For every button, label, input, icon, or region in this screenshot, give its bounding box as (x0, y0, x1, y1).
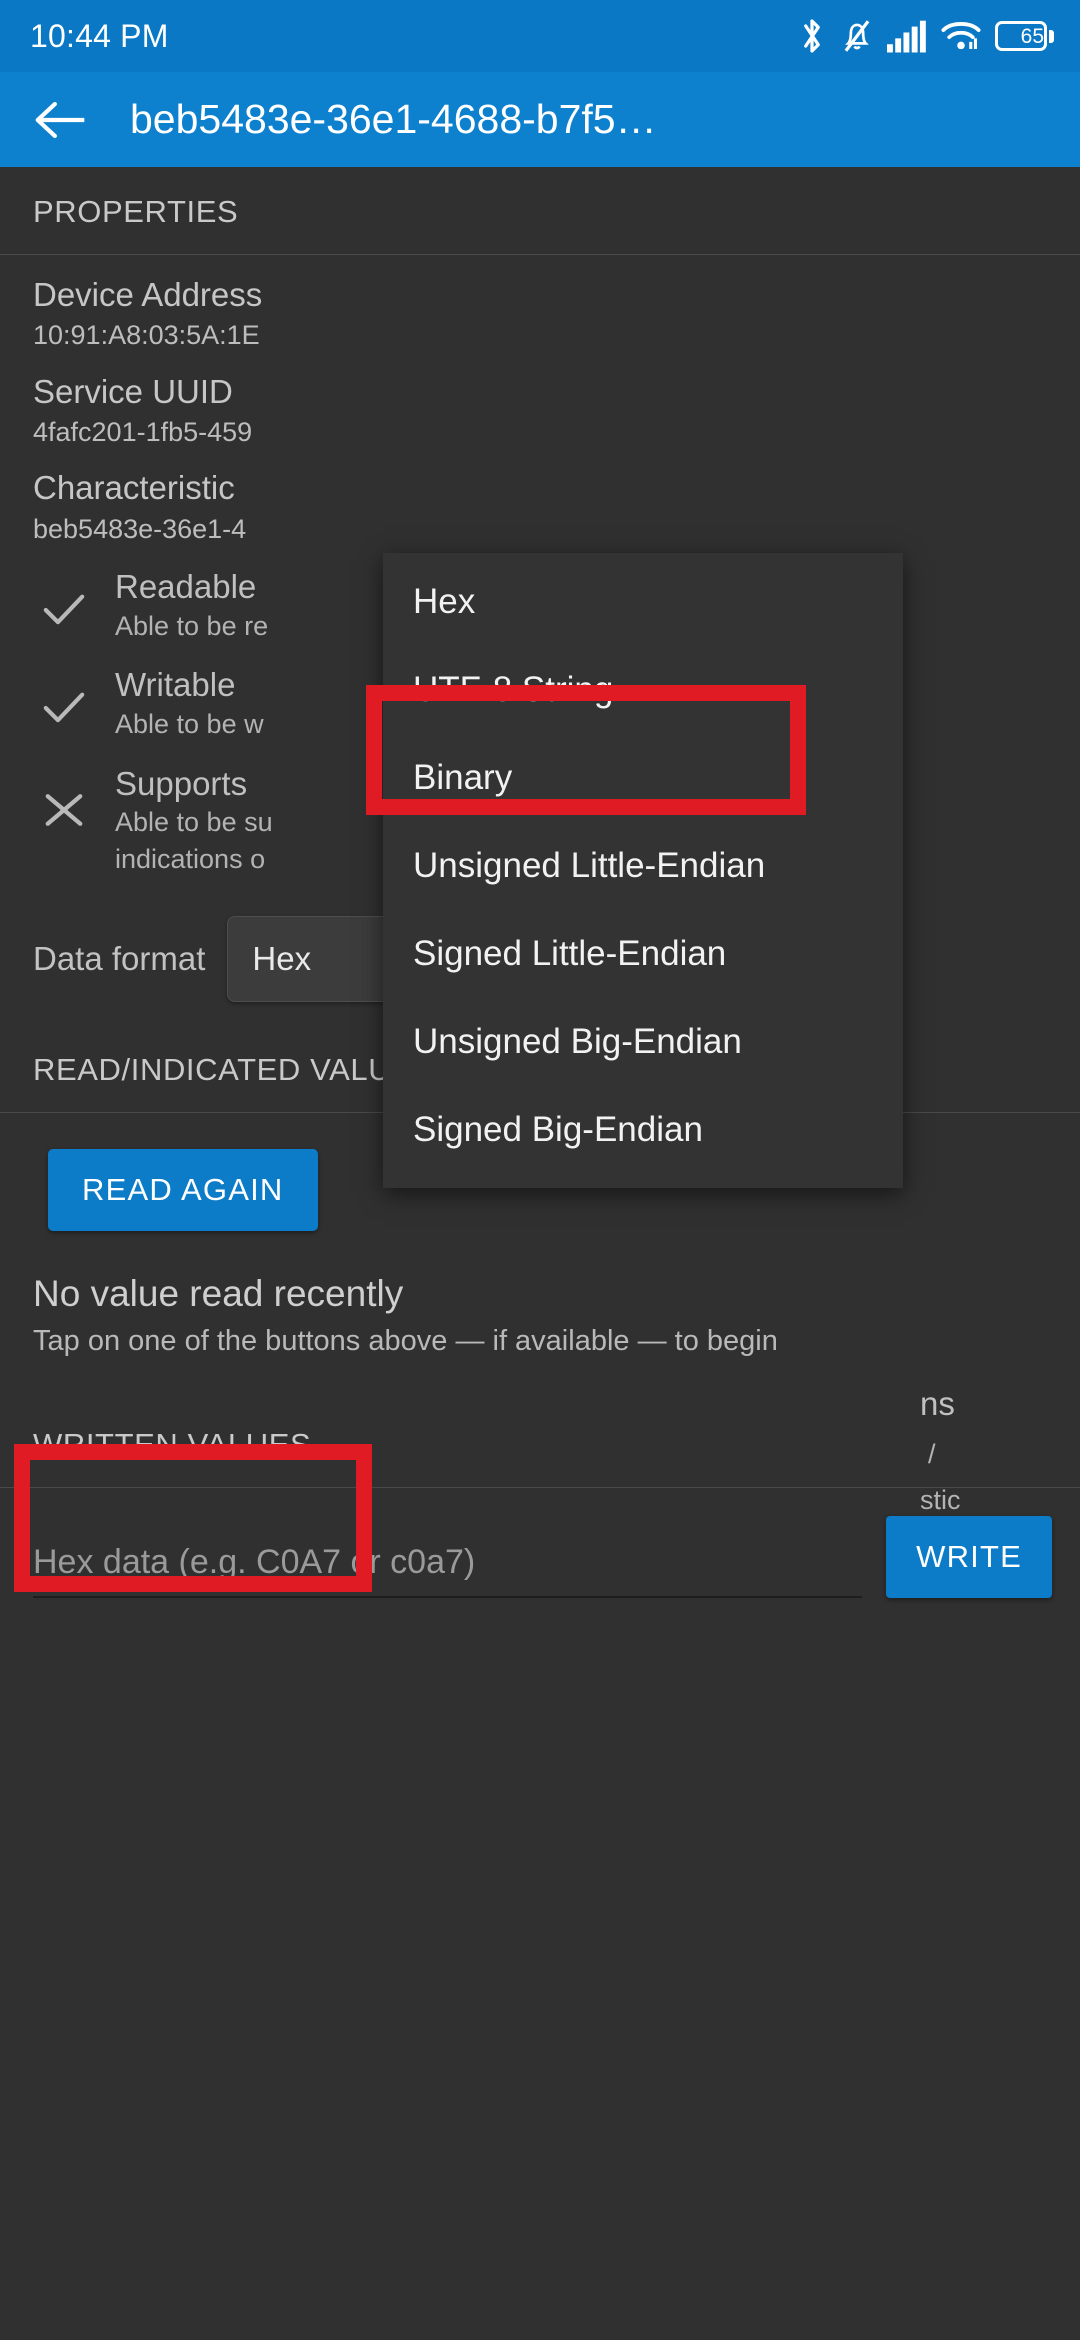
property-characteristic-uuid: Characteristic beb5483e-36e1-4 (0, 448, 1080, 545)
flag-label: Supports (115, 764, 248, 802)
bluetooth-icon (797, 17, 827, 55)
menu-item-unsigned-little-endian[interactable]: Unsigned Little-Endian (383, 822, 903, 910)
menu-item-unsigned-big-endian[interactable]: Unsigned Big-Endian (383, 998, 903, 1086)
write-row: Hex data (e.g. C0A7 or c0a7) WRITE (0, 1488, 1080, 1598)
data-format-label: Data format (33, 939, 206, 977)
flag-label: Readable (115, 567, 257, 605)
flag-label-tail: ns (920, 1385, 955, 1422)
flag-description-tail-2: stic (920, 1485, 961, 1515)
cross-icon (33, 764, 95, 830)
data-format-selected-value: Hex (252, 939, 312, 977)
signal-bars-icon (887, 19, 927, 53)
menu-item-signed-big-endian[interactable]: Signed Big-Endian (383, 1086, 903, 1174)
check-icon (33, 567, 95, 627)
property-value: 4fafc201-1fb5-459 (33, 416, 253, 447)
read-empty-state: No value read recently Tap on one of the… (0, 1231, 1080, 1360)
menu-item-hex[interactable]: Hex (383, 558, 903, 646)
menu-item-signed-little-endian[interactable]: Signed Little-Endian (383, 910, 903, 998)
flag-description: Able to be re (115, 610, 269, 641)
page-title: beb5483e-36e1-4688-b7f5… (130, 96, 657, 142)
flag-description: Able to be su (115, 807, 273, 838)
hex-data-placeholder: Hex data (e.g. C0A7 or c0a7) (33, 1542, 476, 1581)
property-device-address: Device Address 10:91:A8:03:5A:1E (0, 255, 1080, 352)
status-icons: 65 (797, 17, 1054, 55)
battery-percent: 65 (1020, 24, 1044, 48)
section-header-properties: PROPERTIES (0, 167, 1080, 255)
flag-description-line2: indications o (115, 843, 266, 874)
property-label: Service UUID (33, 372, 233, 410)
property-value: 10:91:A8:03:5A:1E (33, 320, 260, 351)
app-bar: beb5483e-36e1-4688-b7f5… (0, 72, 1080, 167)
check-icon (33, 665, 95, 725)
wifi-icon (941, 19, 981, 53)
read-empty-title: No value read recently (33, 1272, 404, 1314)
flag-description: Able to be w (115, 708, 264, 739)
data-format-dropdown-menu[interactable]: Hex UTF-8 String Binary Unsigned Little-… (383, 553, 903, 1188)
read-again-button[interactable]: READ AGAIN (48, 1148, 318, 1231)
property-value: beb5483e-36e1-4 (33, 513, 247, 544)
flag-label: Writable (115, 666, 236, 704)
status-clock: 10:44 PM (30, 17, 169, 54)
section-header-written-values: WRITTEN VALUES (0, 1400, 1080, 1488)
hex-data-input[interactable]: Hex data (e.g. C0A7 or c0a7) (33, 1542, 863, 1598)
property-service-uuid: Service UUID 4fafc201-1fb5-459 (0, 352, 1080, 449)
property-label: Device Address (33, 276, 263, 313)
flag-description-tail-1: / (928, 1439, 936, 1469)
write-button[interactable]: WRITE (886, 1515, 1052, 1598)
back-arrow-icon[interactable] (30, 89, 92, 151)
bell-muted-icon (841, 17, 873, 55)
read-empty-subtitle: Tap on one of the buttons above — if ava… (33, 1324, 778, 1357)
battery-icon: 65 (995, 21, 1054, 51)
menu-item-utf-8-string[interactable]: UTF-8 String (383, 646, 903, 734)
status-bar: 10:44 PM 65 (0, 0, 1080, 72)
property-label: Characteristic (33, 469, 235, 507)
menu-item-binary[interactable]: Binary (383, 734, 903, 822)
